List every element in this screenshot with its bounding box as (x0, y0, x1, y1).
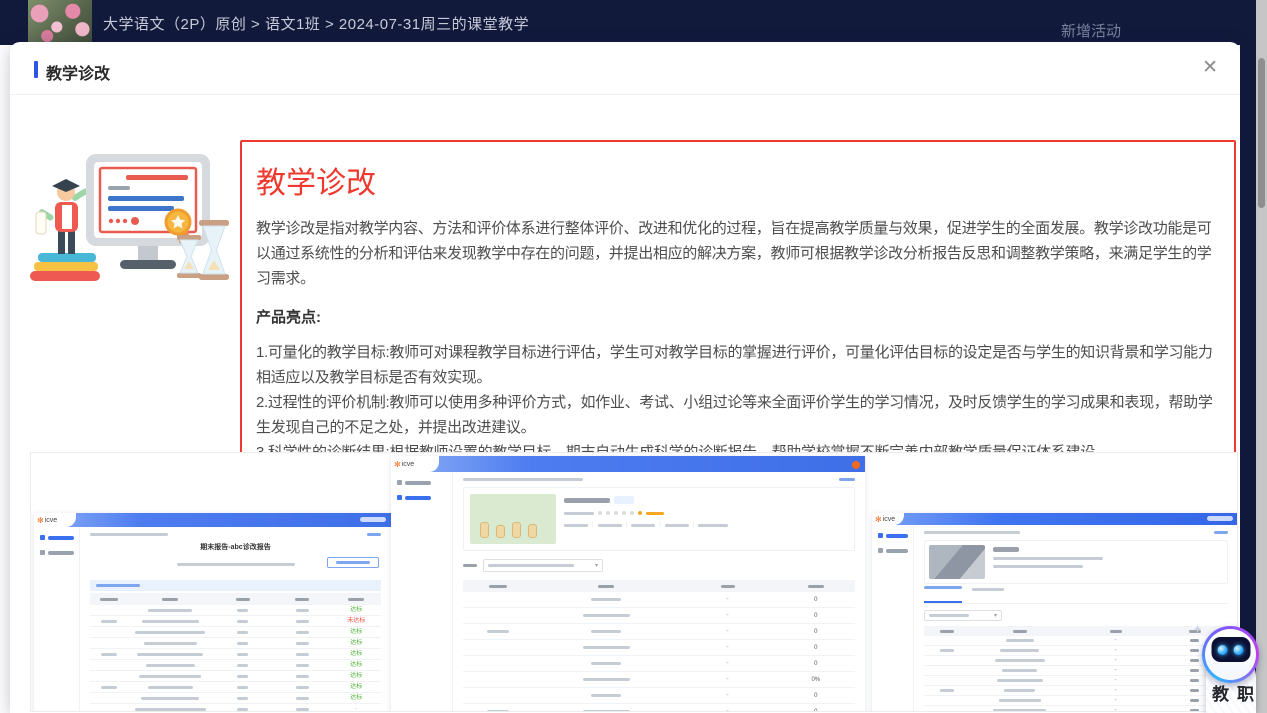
screenshot-report-page: ✻icve 期末报告-abc诊改报告 (34, 513, 391, 712)
robot-eye (1218, 645, 1228, 655)
mini-sidebar-item (878, 548, 913, 553)
mini-course-card: | | | | (463, 487, 855, 551)
feature-description-box: 教学诊改 教学诊改是指对教学内容、方法和评价体系进行整体评价、改进和优化的过程，… (240, 140, 1236, 483)
mini-tabs (924, 590, 1228, 604)
table-row: 达标 (90, 693, 381, 704)
mini-sidebar-item (878, 533, 913, 538)
mini-select: ▾ (924, 610, 1002, 621)
mini-user-avatar (852, 461, 860, 469)
close-icon[interactable]: ✕ (1202, 57, 1218, 79)
icve-logo: ✻icve (34, 513, 76, 527)
table-row: - (90, 704, 381, 712)
highlight-item-1: 1.可量化的教学目标:教师可对课程教学目标进行评估，学生可对教学目标的掌握进行评… (256, 340, 1222, 390)
table-row: - (924, 656, 1228, 666)
diagnosis-illustration (28, 132, 233, 290)
course-header: 大学语文（2P）原创 > 语文1班 > 2024-07-31周三的课堂教学 新增… (0, 0, 1267, 45)
mini-course-table: - 0 - 0 - 0 - 0 - 0 - 0% - 0 - 0 - 0 - 0 (463, 592, 855, 712)
table-row: - (924, 646, 1228, 656)
table-row: 达标 (90, 627, 381, 638)
table-row: - (924, 666, 1228, 676)
table-row: 达标 (90, 638, 381, 649)
screenshot-detail-page: ✻icve (872, 513, 1238, 712)
table-row: - 0 (463, 608, 855, 624)
feature-heading: 教学诊改 (256, 158, 1222, 202)
feature-description: 教学诊改是指对教学内容、方法和评价体系进行整体评价、改进和优化的过程，旨在提高教… (256, 216, 1222, 291)
screenshot-course-page: ✻icve (391, 456, 865, 712)
screen: 大学语文（2P）原创 > 语文1班 > 2024-07-31周三的课堂教学 新增… (0, 0, 1267, 713)
mini-tab-active (924, 579, 962, 603)
robot-face (1211, 637, 1250, 662)
modal-title: 教学诊改 (46, 60, 110, 84)
mini-topbar: ✻icve (872, 513, 1238, 525)
robot-eye (1234, 645, 1244, 655)
mini-sidebar-item (40, 535, 79, 540)
table-row: 未达标 (90, 616, 381, 627)
mini-course-tag (614, 496, 634, 504)
mini-topbar: ✻icve (391, 456, 865, 472)
course-thumbnail (28, 0, 92, 45)
table-row: - 0 (463, 640, 855, 656)
assistant-widget[interactable]: 职教 (1199, 626, 1263, 713)
sparkle-icon (1193, 623, 1202, 636)
mini-course-select: ▾ (483, 559, 603, 572)
mini-user-chip (1207, 516, 1233, 521)
table-row: 达标 (90, 660, 381, 671)
table-row: 达标 (90, 671, 381, 682)
page-scrollbar[interactable] (1256, 0, 1267, 713)
table-row: - 0 (463, 656, 855, 672)
table-row: - (924, 706, 1228, 712)
mini-course-cover (470, 494, 556, 544)
mini-table-header (924, 626, 1228, 636)
icve-logo: ✻icve (872, 513, 904, 525)
mini-user-chip (360, 517, 386, 522)
mini-sidebar (391, 472, 453, 712)
mini-download-button (327, 557, 379, 568)
table-row: 达标 (90, 682, 381, 693)
table-row: - 0% (463, 672, 855, 688)
mini-main: ▾ - - - - (914, 525, 1238, 712)
mini-sidebar-item (40, 550, 79, 555)
table-row: - 0 (463, 592, 855, 608)
mini-course-card (924, 540, 1228, 584)
mini-detail-table: - - - - - - - - - - - (924, 636, 1228, 712)
table-row: - (924, 676, 1228, 686)
mini-main: 期末报告-abc诊改报告 达标 (80, 527, 391, 712)
table-row: - 0 (463, 688, 855, 704)
title-accent-bar (34, 61, 38, 78)
assistant-label: 职教 (1206, 685, 1256, 713)
mini-tab (972, 581, 1004, 603)
mini-report-table: 达标 未达标 达标 达标 达标 达标 达标 达标 (90, 605, 381, 712)
page-background-strip (1240, 0, 1256, 713)
mini-report-title: 期末报告-abc诊改报告 (90, 542, 381, 552)
highlight-item-2: 2.过程性的评价机制:教师可以使用多种评价方式，如作业、考试、小组过论等来全面评… (256, 390, 1222, 440)
table-row: - (924, 696, 1228, 706)
scrollbar-thumb[interactable] (1258, 58, 1265, 208)
mini-topbar: ✻icve (34, 513, 391, 527)
table-row: - (924, 686, 1228, 696)
mini-sidebar (872, 525, 914, 712)
table-row: - 0 (463, 704, 855, 712)
table-row: - (924, 636, 1228, 646)
teaching-diagnosis-modal: 教学诊改 ✕ (10, 42, 1240, 713)
screenshot-gallery: ✻icve 期末报告-abc诊改报告 (30, 452, 1238, 712)
breadcrumb: 大学语文（2P）原创 > 语文1班 > 2024-07-31周三的课堂教学 (103, 13, 529, 34)
mini-sidebar-item (397, 495, 452, 500)
mini-table-header (90, 593, 381, 605)
robot-icon[interactable] (1202, 626, 1259, 683)
mini-course-photo (929, 545, 985, 579)
highlights-title: 产品亮点: (256, 305, 1222, 330)
icve-logo: ✻icve (391, 456, 439, 472)
table-row: - 0 (463, 624, 855, 640)
mini-main: | | | | ▾ (453, 472, 865, 712)
modal-header: 教学诊改 ✕ (10, 42, 1240, 95)
mini-table-header (463, 580, 855, 592)
new-activity-button[interactable]: 新增活动 (1061, 20, 1121, 41)
mini-sidebar (34, 527, 80, 712)
table-row: 达标 (90, 605, 381, 616)
mini-sidebar-item (397, 480, 452, 485)
table-row: 达标 (90, 649, 381, 660)
